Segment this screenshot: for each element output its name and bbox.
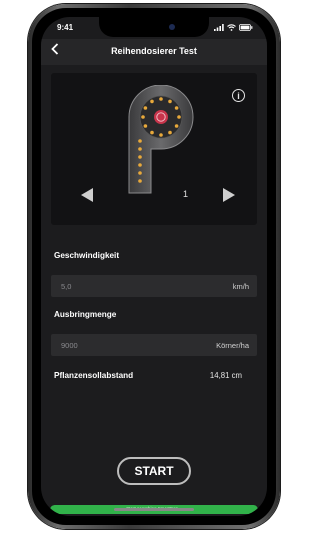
previous-arrow-button[interactable] (81, 188, 93, 202)
notch (99, 17, 209, 37)
pflanzensollabstand-value: 14,81 cm (209, 371, 242, 380)
ausbringmenge-unit: Körner/ha (216, 341, 249, 350)
next-arrow-button[interactable] (223, 188, 235, 202)
geschwindigkeit-label: Geschwindigkeit (54, 251, 120, 260)
battery-icon (239, 24, 253, 31)
phone-bezel: 9:41 Reihendosierer Test i 1 Geschwindig… (32, 8, 276, 525)
start-button[interactable]: START (117, 457, 191, 485)
seed-disc-diagram (128, 85, 194, 194)
status-icons (214, 24, 253, 31)
phone-frame: 9:41 Reihendosierer Test i 1 Geschwindig… (28, 4, 280, 529)
pflanzensollabstand-label: Pflanzensollabstand (54, 371, 134, 380)
page-title: Reihendosierer Test (111, 46, 197, 56)
app-screen: 9:41 Reihendosierer Test i 1 Geschwindig… (41, 17, 267, 516)
nav-header: Reihendosierer Test (41, 39, 267, 65)
camera-icon (169, 24, 175, 30)
geschwindigkeit-unit: km/h (232, 282, 249, 291)
info-icon[interactable]: i (232, 89, 245, 102)
wifi-icon (227, 24, 236, 31)
ausbringmenge-value: 9000 (61, 341, 78, 350)
home-indicator (114, 508, 194, 511)
sensor-diagram-panel: i 1 (51, 73, 257, 225)
sensor-index: 1 (183, 189, 189, 199)
ausbringmenge-field[interactable]: 9000 Körner/ha (51, 334, 257, 356)
status-time: 9:41 (57, 23, 74, 32)
geschwindigkeit-value: 5,0 (61, 282, 72, 291)
signal-icon (214, 24, 224, 31)
ausbringmenge-label: Ausbringmenge (54, 310, 117, 319)
geschwindigkeit-field[interactable]: 5,0 km/h (51, 275, 257, 297)
